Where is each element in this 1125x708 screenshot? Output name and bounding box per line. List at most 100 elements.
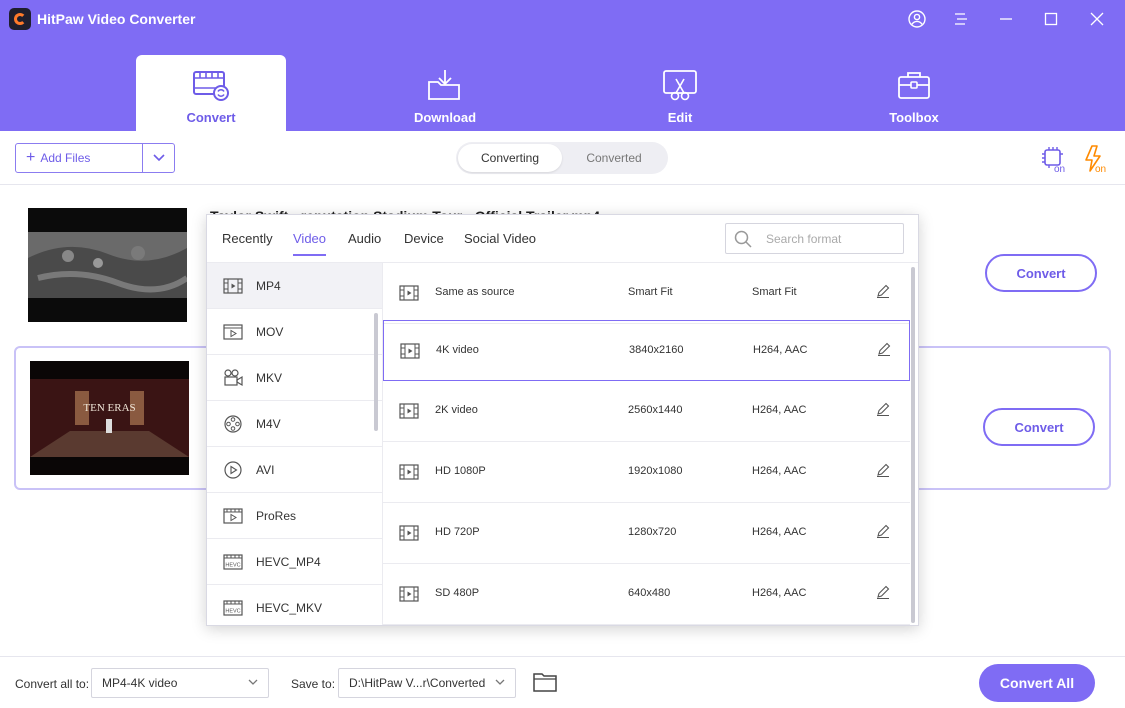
resolution-value: Smart Fit [628,286,673,298]
convert-all-to-label: Convert all to: [15,677,90,691]
tab-social-video[interactable]: Social Video [464,231,536,246]
resolution-name: HD 720P [435,526,480,538]
svg-text:HEVC: HEVC [225,562,240,568]
save-to-select[interactable]: D:\HitPaw V...r\Converted [338,668,516,698]
tab-download[interactable]: Download [370,55,520,131]
format-label: ProRes [256,508,297,523]
resolution-row-2k[interactable]: 2K video 2560x1440 H264, AAC [383,381,910,442]
tab-converting[interactable]: Converting [458,144,562,172]
format-item-prores[interactable]: ProRes [207,493,382,539]
save-to-label: Save to: [291,677,336,691]
format-item-mp4[interactable]: MP4 [207,263,382,309]
convert-all-to-select[interactable]: MP4-4K video [91,668,269,698]
format-label: MP4 [256,278,281,293]
tab-convert-label: Convert [186,110,236,125]
video-thumbnail: TEN ERAS [30,361,189,475]
resolution-value: 3840x2160 [629,344,684,356]
minimize-icon[interactable] [995,8,1017,30]
tab-toolbox-label: Toolbox [889,110,939,125]
resolution-name: Same as source [435,286,515,298]
codec-value: H264, AAC [752,404,807,416]
tab-converted[interactable]: Converted [562,144,666,172]
film-icon [399,464,419,480]
chevron-down-icon [495,679,505,685]
format-category-tabs: Recently Video Audio Device Social Video [207,215,918,263]
convert-button[interactable]: Convert [985,254,1097,292]
tab-toolbox[interactable]: Toolbox [839,55,989,131]
resolution-row-same-as-source[interactable]: Same as source Smart Fit Smart Fit [383,263,910,324]
resolution-row-480p[interactable]: SD 480P 640x480 H264, AAC [383,564,910,625]
resolution-list-scrollbar[interactable] [911,267,915,623]
tab-video[interactable]: Video [293,231,327,256]
format-item-mov[interactable]: MOV [207,309,382,355]
svg-text:HEVC: HEVC [225,608,240,614]
chevron-down-icon [152,154,165,162]
film-convert-icon [191,68,231,102]
resolution-name: 4K video [436,344,479,356]
scissors-edit-icon [660,68,700,102]
format-item-hevc-mkv[interactable]: HEVC HEVC_MKV [207,585,382,625]
format-item-mkv[interactable]: MKV [207,355,382,401]
open-folder-icon[interactable] [533,672,557,692]
format-list-scrollbar[interactable] [374,313,378,431]
resolution-value: 2560x1440 [628,404,683,416]
tab-recently[interactable]: Recently [222,231,273,246]
search-format-box [725,223,904,254]
resolution-row-720p[interactable]: HD 720P 1280x720 H264, AAC [383,503,910,564]
status-segmented-control: Converting Converted [456,142,668,174]
convert-all-to-value: MP4-4K video [102,676,178,690]
hevc-icon: HEVC [223,553,243,570]
format-item-m4v[interactable]: M4V [207,401,382,447]
account-icon[interactable] [906,8,928,30]
resolution-value: 1920x1080 [628,465,683,477]
chip-on-icon[interactable]: on [1040,145,1068,175]
resolution-row-4k[interactable]: 4K video 3840x2160 H264, AAC [383,320,910,381]
search-icon [734,230,752,248]
edit-pencil-icon[interactable] [876,524,890,538]
title-bar: HitPaw Video Converter [0,0,1125,38]
footer-bar: Convert all to: MP4-4K video Save to: D:… [0,656,1125,708]
convert-all-button[interactable]: Convert All [979,664,1095,702]
save-to-value: D:\HitPaw V...r\Converted [349,676,486,690]
codec-value: H264, AAC [752,587,807,599]
tab-convert[interactable]: Convert [136,55,286,131]
add-files-dropdown[interactable] [143,144,174,172]
format-item-avi[interactable]: AVI [207,447,382,493]
codec-value: H264, AAC [752,465,807,477]
tab-edit[interactable]: Edit [605,55,755,131]
chevron-down-icon [248,679,258,685]
resolution-list: Same as source Smart Fit Smart Fit 4K vi… [383,263,918,625]
edit-pencil-icon[interactable] [876,284,890,298]
codec-value: H264, AAC [753,344,808,356]
edit-pencil-icon[interactable] [876,585,890,599]
edit-pencil-icon[interactable] [876,402,890,416]
hevc-icon: HEVC [223,599,243,616]
resolution-row-1080p[interactable]: HD 1080P 1920x1080 H264, AAC [383,442,910,503]
tab-download-label: Download [413,110,477,125]
format-item-hevc-mp4[interactable]: HEVC HEVC_MP4 [207,539,382,585]
mov-file-icon [223,323,243,340]
format-label: AVI [256,462,275,477]
add-files-button[interactable]: + Add Files [16,144,143,172]
resolution-name: SD 480P [435,587,480,599]
format-label: M4V [256,416,281,431]
search-format-input[interactable] [766,231,896,246]
resolution-value: 1280x720 [628,526,677,538]
menu-icon[interactable] [950,8,972,30]
convert-button[interactable]: Convert [983,408,1095,446]
edit-pencil-icon[interactable] [877,342,891,356]
tab-audio[interactable]: Audio [348,231,381,246]
download-folder-icon [425,68,465,102]
film-icon [400,343,420,359]
lightning-on-icon[interactable]: on [1082,145,1110,175]
toolbar: + Add Files Converting Converted on on [0,131,1125,185]
app-logo-icon [9,8,31,30]
edit-pencil-icon[interactable] [876,463,890,477]
add-files-label: Add Files [40,151,91,165]
film-icon [399,285,419,301]
codec-value: Smart Fit [752,286,797,298]
maximize-icon[interactable] [1040,8,1062,30]
tab-device[interactable]: Device [404,231,444,246]
play-circle-icon [223,460,243,479]
close-icon[interactable] [1086,8,1108,30]
